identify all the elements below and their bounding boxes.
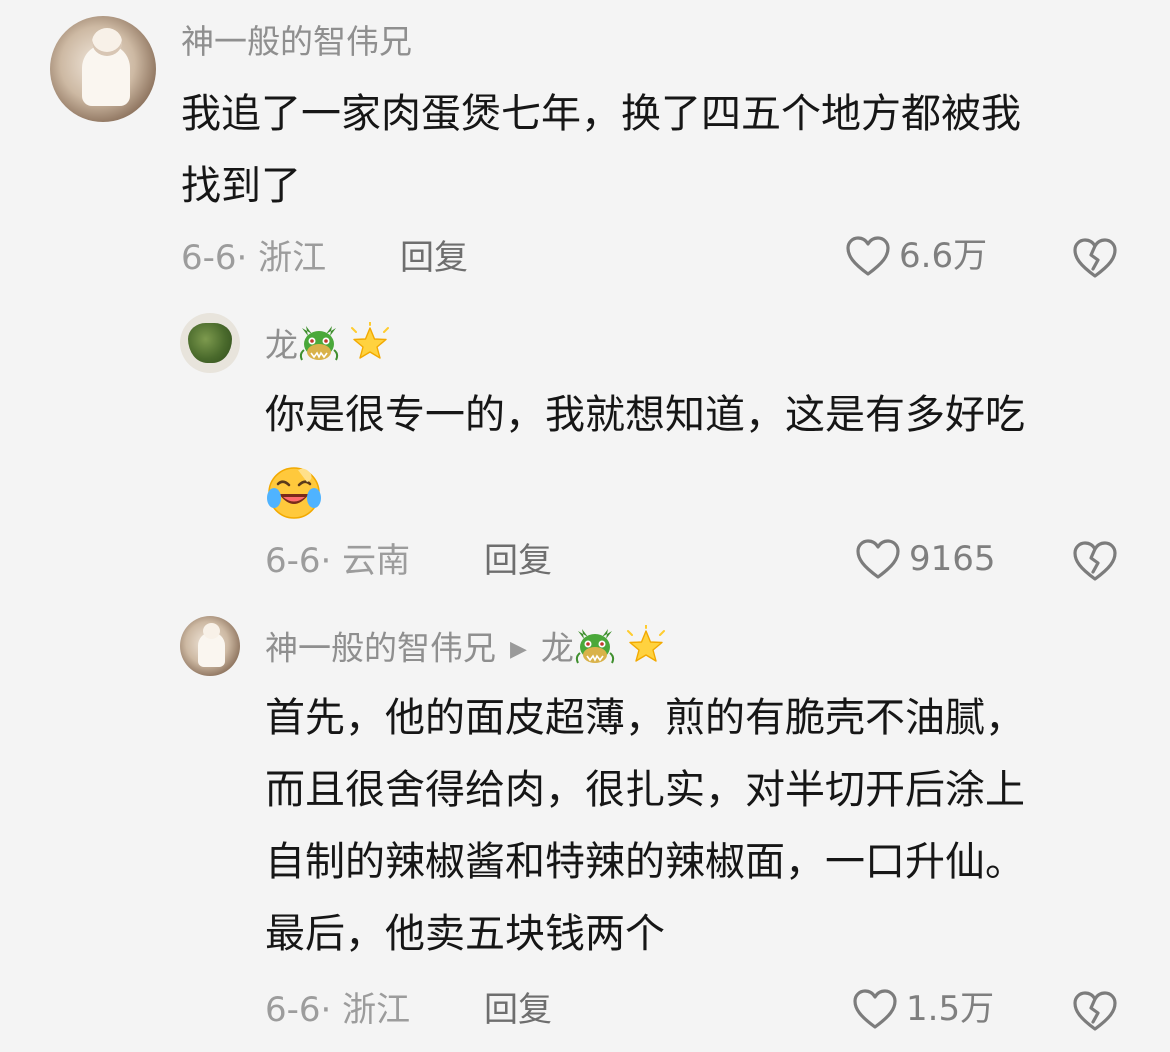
avatar[interactable] xyxy=(180,616,240,676)
reply-to-username[interactable]: 龙 xyxy=(541,629,574,668)
dragon-emoji-icon xyxy=(575,629,615,664)
play-arrow-icon: ▶ xyxy=(510,637,527,662)
heart-outline-icon xyxy=(853,989,897,1029)
like-count: 9165 xyxy=(909,539,996,579)
avatar-figure-head xyxy=(203,623,220,639)
dragon-emoji-icon xyxy=(299,326,339,361)
username-text: 神一般的智伟兄 xyxy=(265,628,496,668)
comment-text-line: 自制的辣椒酱和特辣的辣椒面，一口升仙。 xyxy=(265,839,1025,885)
reply-button[interactable]: 回复 xyxy=(400,238,468,278)
comment-1: 神一般的智伟兄 我追了一家肉蛋煲七年，换了四五个地方都被我 找到了 6-6· 浙… xyxy=(0,0,1170,300)
date-location: 6-6· 浙江 xyxy=(181,238,327,278)
heart-outline-icon xyxy=(856,539,900,579)
like-button[interactable]: 9165 xyxy=(855,538,996,580)
reply-button[interactable]: 回复 xyxy=(484,541,552,581)
glowing-star-emoji-icon xyxy=(626,625,665,662)
username[interactable]: 神一般的智伟兄 ▶ 龙 xyxy=(265,625,668,672)
like-count: 6.6万 xyxy=(899,236,988,276)
reply-button[interactable]: 回复 xyxy=(484,990,552,1030)
comment-text-line: 而且很舍得给肉，很扎实，对半切开后涂上 xyxy=(265,767,1025,813)
glowing-star-emoji-icon xyxy=(351,322,389,359)
heart-outline-icon xyxy=(846,236,890,276)
laughing-crying-emoji-icon xyxy=(267,466,321,519)
avatar-heart-plant xyxy=(188,323,232,363)
comment-text-line: 找到了 xyxy=(181,163,301,209)
comment-text-line: 我追了一家肉蛋煲七年，换了四五个地方都被我 xyxy=(181,91,1021,137)
comment-2: 龙 你是很专一的，我就想知道，这是有多好吃 6-6· 云南 回复 9165 xyxy=(0,300,1170,600)
date-location: 6-6· 云南 xyxy=(265,541,411,581)
comment-3: 神一般的智伟兄 ▶ 龙 首先，他的面皮超薄，煎的有脆壳不油腻， 而且很舍得给肉，很扎… xyxy=(0,600,1170,1052)
username[interactable]: 神一般的智伟兄 xyxy=(181,22,412,62)
username-text: 龙 xyxy=(265,325,298,365)
like-button[interactable]: 1.5万 xyxy=(852,988,994,1030)
avatar-figure-head xyxy=(92,28,122,56)
avatar[interactable] xyxy=(180,313,240,373)
comment-text-line: 首先，他的面皮超薄，煎的有脆壳不油腻， xyxy=(265,695,1025,741)
like-count: 1.5万 xyxy=(906,989,995,1029)
reaction-emoji-line xyxy=(265,451,323,523)
comment-text-line: 最后，他卖五块钱两个 xyxy=(265,911,665,957)
broken-heart-icon[interactable] xyxy=(1072,237,1118,279)
broken-heart-icon[interactable] xyxy=(1072,540,1118,582)
username[interactable]: 龙 xyxy=(265,322,392,369)
avatar[interactable] xyxy=(50,16,156,122)
date-location: 6-6· 浙江 xyxy=(265,990,411,1030)
broken-heart-icon[interactable] xyxy=(1072,990,1118,1032)
comment-text-line: 你是很专一的，我就想知道，这是有多好吃 xyxy=(265,392,1025,438)
like-button[interactable]: 6.6万 xyxy=(845,235,987,277)
